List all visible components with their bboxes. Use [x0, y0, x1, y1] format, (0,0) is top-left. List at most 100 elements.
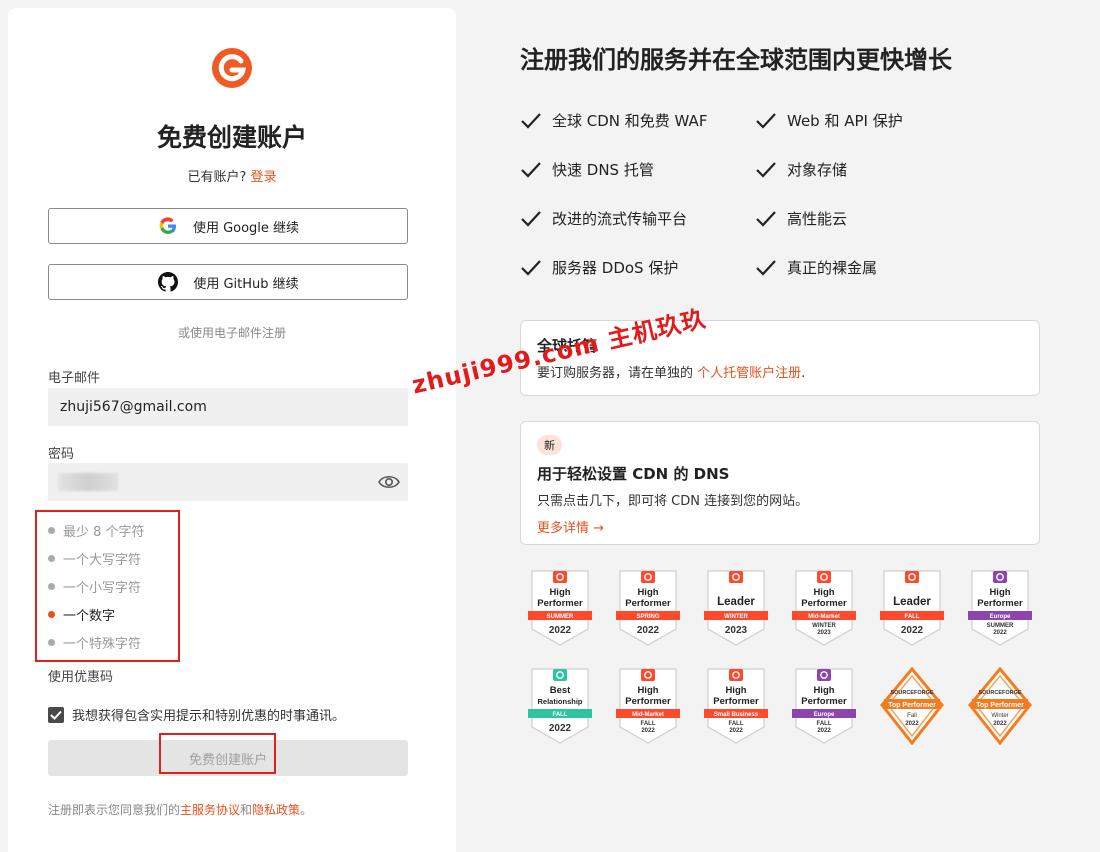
feature-item: 服务器 DDoS 保护	[520, 257, 678, 278]
checkmark-icon	[50, 710, 62, 720]
email-field[interactable]: zhuji567@gmail.com	[48, 388, 408, 426]
badge-title: High	[725, 685, 746, 696]
badge-subtitle: Performer	[801, 598, 847, 609]
newsletter-consent[interactable]: 我想获得包含实用提示和特别优惠的时事通讯。	[48, 705, 345, 724]
hosting-text-suffix: .	[801, 366, 806, 381]
badge-title: High	[549, 587, 570, 598]
badge-year: 2022	[993, 721, 1007, 727]
terms-notice: 注册即表示您同意我们的主服务协议和隐私政策。	[48, 801, 312, 818]
award-badge: SOURCEFORGE Top Performer Fall 2022	[880, 667, 944, 745]
feature-label: 改进的流式传输平台	[552, 210, 688, 228]
or-email-divider: 或使用电子邮件注册	[177, 326, 286, 340]
password-label: 密码	[48, 447, 75, 462]
service-agreement-link[interactable]: 主服务协议	[180, 803, 240, 817]
google-icon	[157, 215, 179, 237]
g2-logo-icon	[817, 571, 831, 583]
g2-logo-icon	[993, 571, 1007, 583]
terms-text: 注册即表示您同意我们的	[48, 803, 181, 817]
badge-ribbon-text: Mid-Market	[808, 614, 840, 620]
password-masked-value	[58, 473, 118, 491]
feature-item: 对象存储	[755, 159, 847, 180]
award-badge: HighPerformer SPRING 2022	[616, 570, 680, 646]
login-link[interactable]: 登录	[251, 170, 277, 185]
award-badge: HighPerformer Mid-Market FALL2022	[616, 668, 680, 744]
badge-subtitle: Performer	[977, 598, 1023, 609]
badge-season: Winter	[991, 713, 1008, 719]
promo-code-link[interactable]: 使用优惠码	[48, 666, 113, 685]
password-field[interactable]	[48, 463, 408, 501]
badge-subtitle: Performer	[625, 696, 671, 707]
badge-ribbon-text: WINTER	[724, 614, 748, 620]
badge-title: High	[813, 587, 834, 598]
privacy-policy-link[interactable]: 隐私政策	[252, 803, 300, 817]
award-badge: HighPerformer Small Business FALL2022	[704, 668, 768, 744]
badge-season: WINTER	[812, 623, 836, 629]
badge-year: 2022	[817, 728, 831, 734]
new-badge: 新	[537, 435, 562, 455]
badge-year: 2022	[729, 728, 743, 734]
g2-logo-icon	[553, 669, 567, 681]
badge-title: Top Performer	[888, 702, 936, 709]
badge-season: Fall	[907, 713, 917, 719]
badge-title: High	[813, 685, 834, 696]
hosting-text-body: 要订购服务器，请在单独的	[537, 366, 694, 381]
feature-item: 改进的流式传输平台	[520, 208, 687, 229]
badge-ribbon-text: Europe	[814, 712, 835, 718]
github-icon	[157, 271, 179, 293]
feature-label: 全球 CDN 和免费 WAF	[552, 112, 708, 130]
badge-title: Best	[550, 685, 571, 696]
email-label: 电子邮件	[48, 371, 101, 386]
g2-logo-icon	[817, 669, 831, 681]
badge-title: Top Performer	[976, 702, 1024, 709]
badge-year: 2022	[549, 723, 572, 734]
github-signin-button[interactable]: 使用 GitHub 继续	[48, 264, 408, 300]
badge-ribbon-text: FALL	[905, 614, 920, 620]
email-value: zhuji567@gmail.com	[60, 399, 207, 415]
personal-hosting-signup-link[interactable]: 个人托管账户注册	[697, 366, 801, 381]
promo-title: 注册我们的服务并在全球范围内更快增长	[520, 46, 952, 74]
page-title: 免费创建账户	[156, 123, 307, 152]
g2-logo-icon	[729, 669, 743, 681]
g2-logo-icon	[905, 571, 919, 583]
more-details-link[interactable]: 更多详情 →	[537, 517, 1023, 536]
check-icon	[521, 112, 541, 129]
badge-subtitle: Performer	[801, 696, 847, 707]
badge-season: SUMMER	[987, 623, 1014, 629]
award-badge: Leader FALL 2022	[880, 570, 944, 646]
badge-year: 2022	[637, 625, 660, 636]
feature-label: 服务器 DDoS 保护	[552, 259, 679, 277]
award-badge: Leader WINTER 2023	[704, 570, 768, 646]
badge-year: 2022	[993, 630, 1007, 636]
dns-title: 用于轻松设置 CDN 的 DNS	[537, 465, 730, 483]
check-icon	[521, 259, 541, 276]
badge-ribbon-text: SPRING	[636, 614, 659, 620]
check-icon	[756, 210, 776, 227]
feature-item: 全球 CDN 和免费 WAF	[520, 110, 707, 131]
newsletter-checkbox[interactable]	[48, 706, 64, 723]
feature-item: Web 和 API 保护	[755, 110, 903, 131]
badge-brand: SOURCEFORGE	[890, 690, 933, 696]
annotation-highlight-box	[159, 733, 276, 774]
feature-label: 真正的裸金属	[787, 259, 878, 277]
check-icon	[756, 112, 776, 129]
feature-label: 快速 DNS 托管	[552, 161, 654, 179]
show-password-eye-icon[interactable]	[378, 472, 400, 492]
google-signin-button[interactable]: 使用 Google 继续	[48, 208, 408, 244]
badge-ribbon-text: Mid-Market	[632, 712, 664, 718]
award-badge: HighPerformer Europe SUMMER2022	[968, 570, 1032, 646]
feature-item: 真正的裸金属	[755, 257, 877, 278]
annotation-highlight-box	[35, 510, 180, 662]
terms-and-text: 和	[240, 803, 253, 817]
award-badge: BestRelationship FALL 2022	[528, 668, 592, 744]
award-badge: HighPerformer SUMMER 2022	[528, 570, 592, 646]
badge-subtitle: Performer	[537, 598, 583, 609]
newsletter-label: 我想获得包含实用提示和特别优惠的时事通讯。	[72, 709, 346, 724]
badge-season: FALL	[817, 721, 832, 727]
gcore-logo-icon	[212, 48, 252, 88]
have-account-text: 已有账户?	[187, 170, 247, 185]
badge-ribbon-text: Europe	[990, 614, 1011, 620]
check-icon	[521, 210, 541, 227]
badge-season: FALL	[641, 721, 656, 727]
g2-logo-icon	[641, 669, 655, 681]
terms-suffix: 。	[300, 803, 313, 817]
